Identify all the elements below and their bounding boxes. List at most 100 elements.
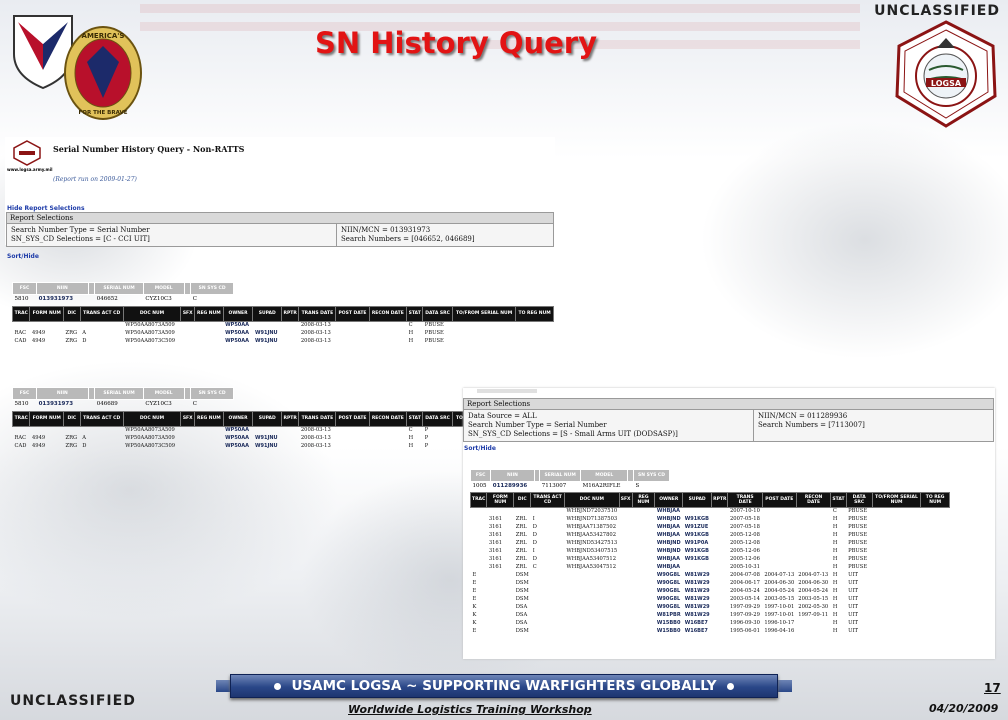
column-header[interactable]: POST DATE <box>761 491 797 508</box>
column-header[interactable]: RPTR <box>280 305 300 322</box>
column-header[interactable]: FORM NUM <box>29 410 64 427</box>
column-header[interactable]: TRANS DATE <box>727 491 763 508</box>
column-header[interactable]: DIC <box>62 410 81 427</box>
summary-cell: M16A2RIFLE <box>582 482 621 489</box>
column-header[interactable]: RECON DATE <box>795 491 832 508</box>
sort-hide-link[interactable]: Sort/Hide <box>464 445 995 452</box>
column-header[interactable]: SUPAD <box>252 410 282 427</box>
table-cell: UIT <box>848 588 858 594</box>
summary-cell <box>184 295 191 303</box>
column-header[interactable]: DOC NUM <box>122 305 182 322</box>
table-cell: ZRL <box>515 524 527 530</box>
table-cell <box>253 426 281 434</box>
table-cell <box>281 426 298 434</box>
selection-sn-sys-cd: SN_SYS_CD Selections = [C - CCI UIT] <box>11 235 150 243</box>
table-cell: W90G8L <box>656 596 681 602</box>
table-cell <box>712 619 728 627</box>
column-header[interactable]: DIC <box>513 491 532 508</box>
summary-header-cell: MODEL <box>142 387 185 400</box>
column-header[interactable]: TO REG NUM <box>920 491 950 508</box>
column-header[interactable]: DIC <box>62 305 81 322</box>
table-cell: 2005-12-08 <box>729 540 760 546</box>
table-cell <box>632 603 655 611</box>
column-header[interactable]: OWNER <box>654 491 684 508</box>
column-header[interactable]: TRANS ACT CD <box>79 410 124 427</box>
table-cell <box>712 627 728 635</box>
table-cell: W90G8L <box>656 588 681 594</box>
summary-table: FSC NIIN SERIAL NUM MODEL SN SYS CD 5810 0139… <box>11 282 234 303</box>
column-header[interactable]: DATA SRC <box>422 410 453 427</box>
serial-group-3: FSC NIIN SERIAL NUM MODEL SN SYS CD 1005 0112… <box>469 469 995 635</box>
table-cell: H <box>832 564 838 570</box>
table-cell <box>921 563 950 571</box>
table-cell: WHBJND53407515 <box>566 548 618 554</box>
column-header[interactable]: DOC NUM <box>563 491 620 508</box>
column-header[interactable]: TRAC <box>11 305 31 322</box>
column-header[interactable]: STAT <box>406 305 424 322</box>
column-header[interactable]: TO/FROM SERIAL NUM <box>451 305 517 322</box>
summary-header-cell: NIIN <box>36 282 89 295</box>
table-cell <box>712 507 728 515</box>
column-header[interactable]: SUPAD <box>682 491 713 508</box>
column-header[interactable]: FORM NUM <box>486 491 515 508</box>
column-header[interactable]: DATA SRC <box>845 491 873 508</box>
column-header[interactable]: REG NUM <box>631 491 656 508</box>
column-header[interactable]: SFX <box>180 410 196 427</box>
column-header[interactable]: SFX <box>180 305 196 322</box>
column-header[interactable]: TRANS ACT CD <box>530 491 565 508</box>
column-header[interactable]: REG NUM <box>194 410 224 427</box>
column-header[interactable]: TRANS DATE <box>298 305 337 322</box>
table-cell: 2004-06-17 <box>729 580 760 586</box>
table-cell <box>487 595 514 603</box>
table-cell <box>619 627 632 635</box>
column-header[interactable]: STAT <box>830 491 847 508</box>
table-cell: K <box>472 620 477 626</box>
report-panel-1: www.logsa.army.mil Serial Number History… <box>5 137 555 247</box>
table-cell <box>452 337 515 345</box>
table-cell <box>30 426 64 434</box>
column-header[interactable]: TO/FROM SERIAL NUM <box>871 491 922 508</box>
column-header[interactable]: RECON DATE <box>368 410 408 427</box>
slide: AMERICA'S FOR THE BRAVE LOGSA UNCLASSIFI… <box>0 0 1008 720</box>
column-header[interactable]: TRANS ACT CD <box>79 305 124 322</box>
table-cell <box>762 555 796 563</box>
column-header[interactable]: STAT <box>406 410 424 427</box>
table-cell: WP50AA8073A509 <box>125 330 175 336</box>
table-cell <box>619 619 632 627</box>
table-cell <box>921 587 950 595</box>
slide-title: SN History Query <box>315 26 597 60</box>
column-header[interactable]: SUPAD <box>252 305 282 322</box>
column-header[interactable]: RPTR <box>280 410 300 427</box>
column-header[interactable]: DOC NUM <box>122 410 182 427</box>
column-header[interactable]: TO REG NUM <box>515 305 554 322</box>
column-header[interactable]: REG NUM <box>194 305 224 322</box>
summary-cell: 011289936 <box>492 482 528 489</box>
table-row: CAD 4949 ZRG D WP50AA8073C509 WP50AA W91JNU 200… <box>13 442 468 450</box>
column-header[interactable]: OWNER <box>222 410 254 427</box>
table-cell: WHBJND <box>656 540 681 546</box>
column-header[interactable]: POST DATE <box>335 305 370 322</box>
column-header[interactable]: RPTR <box>711 491 729 508</box>
column-header[interactable]: OWNER <box>222 305 254 322</box>
detail-table: TRAC FORM NUM DIC TRANS ACT CD DOC NUM SFX REG… <box>11 305 554 346</box>
column-header[interactable]: SFX <box>618 491 633 508</box>
table-cell <box>921 539 950 547</box>
column-header[interactable]: RECON DATE <box>368 305 408 322</box>
summary-cell: 013931973 <box>38 400 74 407</box>
column-header[interactable]: TRANS DATE <box>298 410 337 427</box>
table-cell <box>712 531 728 539</box>
column-header[interactable]: TRAC <box>12 410 31 427</box>
sort-hide-link[interactable]: Sort/Hide <box>7 253 39 260</box>
column-header[interactable]: POST DATE <box>335 410 370 427</box>
hide-report-selections-link[interactable]: Hide Report Selections <box>7 205 85 212</box>
column-header[interactable]: TRAC <box>469 491 488 508</box>
table-cell <box>336 321 369 329</box>
table-cell: W15BB0 <box>656 620 681 626</box>
table-cell: P <box>424 435 429 441</box>
table-cell: DSA <box>515 620 528 626</box>
column-header[interactable]: FORM NUM <box>29 305 64 322</box>
table-cell: W90G8L <box>656 580 681 586</box>
column-header[interactable]: DATA SRC <box>422 305 453 322</box>
table-cell <box>921 595 950 603</box>
table-cell <box>531 627 565 635</box>
